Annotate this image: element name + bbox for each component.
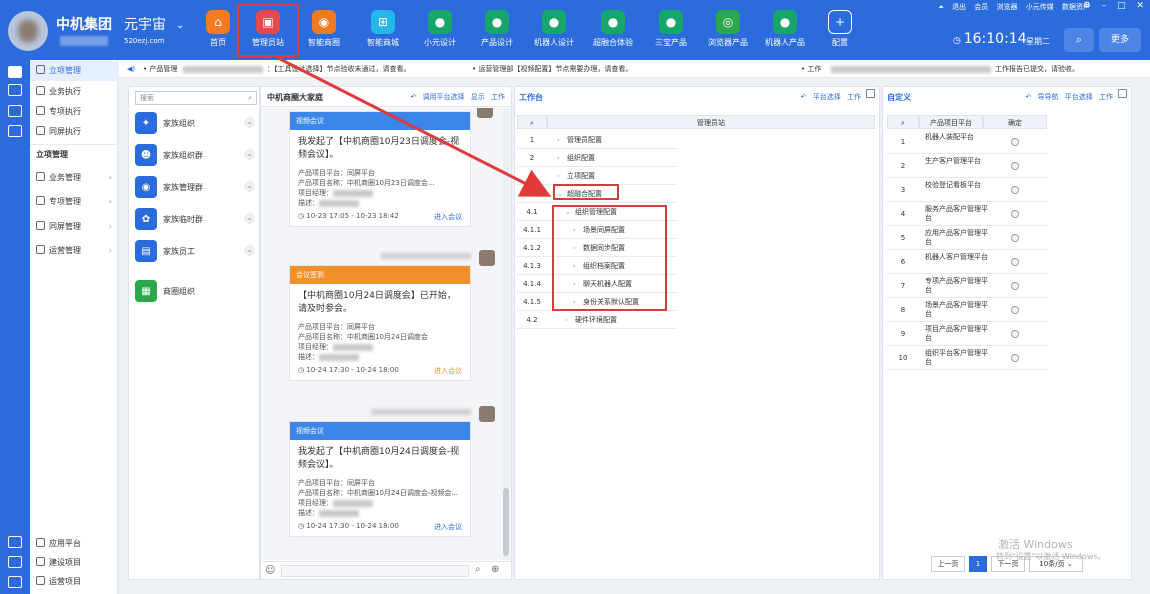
annotation-arrow xyxy=(277,56,552,197)
